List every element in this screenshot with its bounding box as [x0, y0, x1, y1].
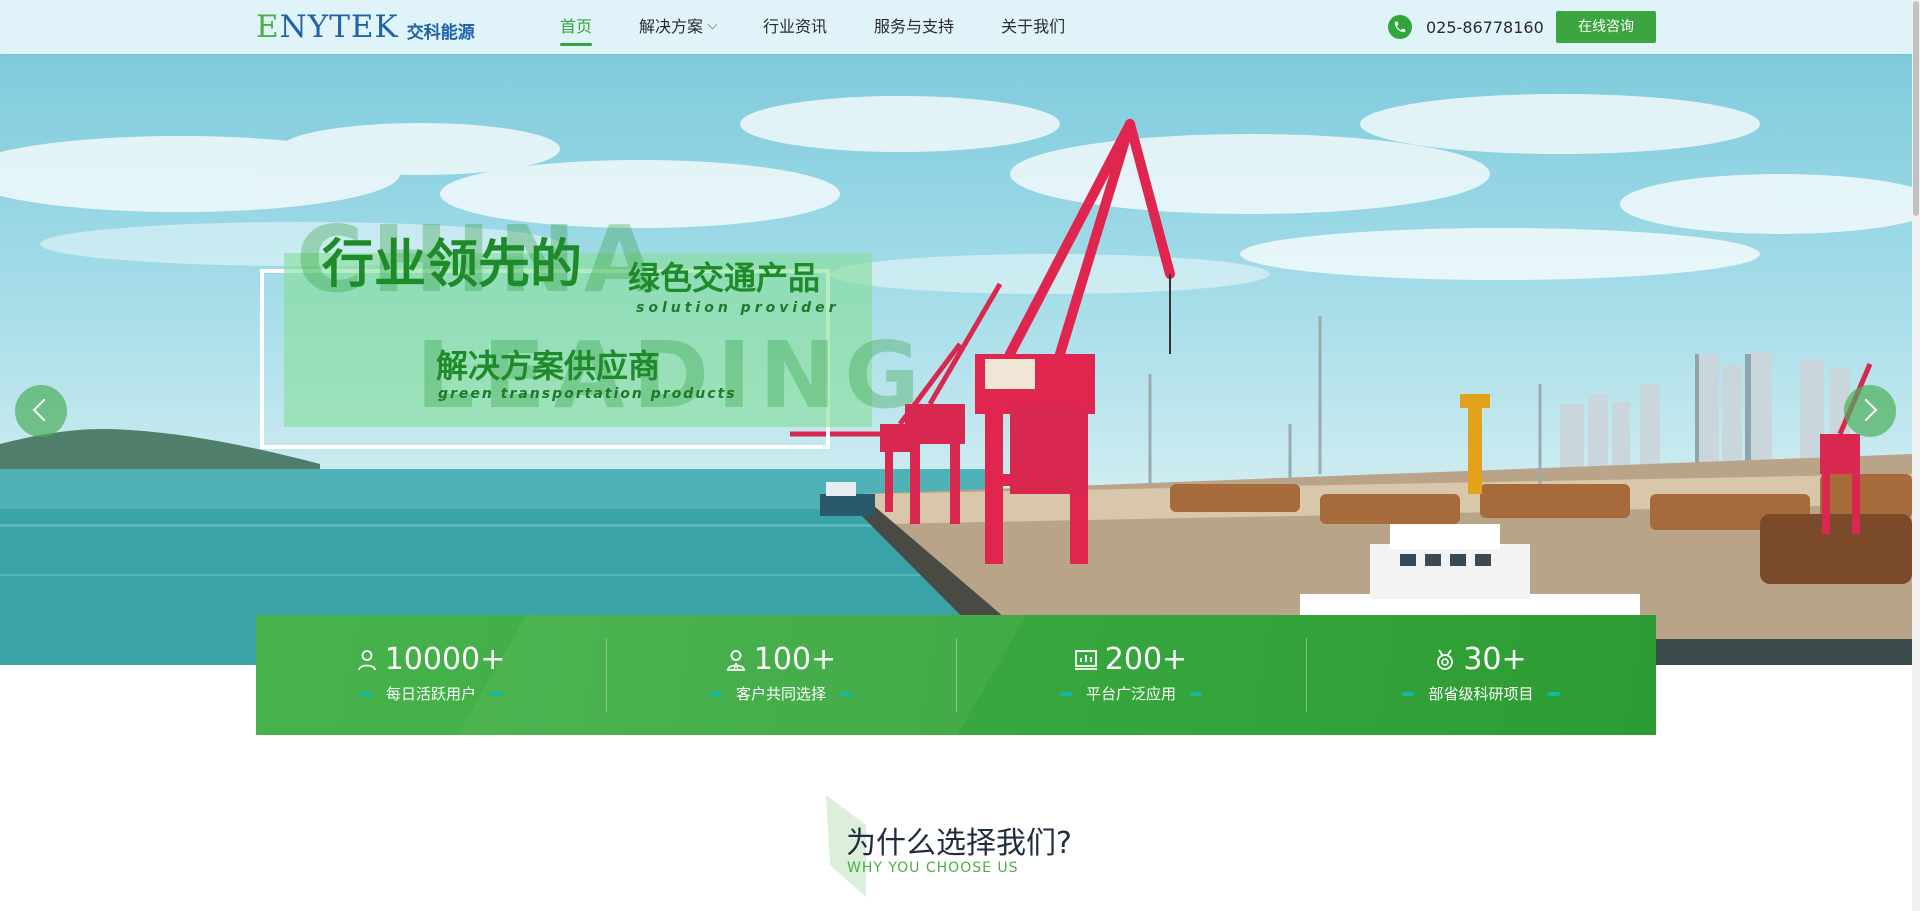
main-nav: 首页 解决方案 行业资讯 服务与支持 关于我们: [560, 0, 1112, 54]
stats-bar: 10000+ 每日活跃用户 100+ 客户共同选择 200+ 平台广泛应用 30…: [256, 615, 1656, 735]
stat-label: 每日活跃用户: [385, 685, 476, 703]
nav-item-service[interactable]: 服务与支持: [874, 0, 954, 54]
contact-phone: 025-86778160: [1388, 14, 1544, 40]
stat-item: 30+ 部省级科研项目: [1306, 615, 1656, 735]
hero-title-secondary: 绿色交通产品: [628, 259, 821, 297]
stat-item: 100+ 客户共同选择: [606, 615, 956, 735]
logo[interactable]: ENYTEK 交科能源: [256, 9, 475, 45]
hero-title-main: 行业领先的: [322, 235, 583, 295]
hero-title-third: 解决方案供应商: [436, 347, 661, 385]
carousel-prev-button[interactable]: [15, 385, 67, 437]
stat-value: 100+: [753, 642, 837, 677]
user-icon: [357, 649, 377, 671]
dash-decoration: [1059, 691, 1073, 696]
bar-chart-icon: [1074, 650, 1097, 670]
logo-subtitle: 交科能源: [406, 22, 475, 43]
dash-decoration: [839, 691, 853, 696]
phone-number: 025-86778160: [1426, 17, 1544, 37]
dash-decoration: [1189, 691, 1203, 696]
stat-label: 平台广泛应用: [1085, 685, 1176, 703]
hero-banner: CHINA LEADING 行业领先的 绿色交通产品 solution prov…: [0, 54, 1912, 665]
stat-item: 200+ 平台广泛应用: [956, 615, 1306, 735]
chevron-down-icon: [707, 19, 718, 30]
chevron-right-icon: [1854, 398, 1878, 422]
nav-item-solutions[interactable]: 解决方案: [639, 0, 718, 54]
medal-icon: [1435, 649, 1455, 671]
online-consult-button[interactable]: 在线咨询: [1556, 11, 1656, 43]
stat-value: 200+: [1104, 642, 1188, 677]
dash-decoration: [1401, 691, 1416, 696]
dash-decoration: [709, 691, 723, 696]
phone-icon: [1388, 15, 1412, 39]
nav-item-about[interactable]: 关于我们: [1001, 0, 1065, 54]
carousel-next-button[interactable]: [1844, 385, 1896, 437]
section-subtitle: WHY YOU CHOOSE US: [847, 860, 1019, 876]
page-scrollbar[interactable]: [1912, 0, 1920, 911]
nav-item-solutions-label: 解决方案: [639, 17, 704, 36]
dash-decoration: [1546, 691, 1561, 696]
stat-value: 10000+: [384, 642, 506, 677]
chevron-left-icon: [32, 398, 56, 422]
nav-item-news[interactable]: 行业资讯: [763, 0, 827, 54]
dash-decoration: [489, 691, 503, 696]
hero-subtitle-en-1: solution provider: [636, 300, 840, 316]
stat-value: 30+: [1463, 642, 1527, 677]
nav-item-home[interactable]: 首页: [560, 0, 593, 54]
stat-label: 部省级科研项目: [1428, 685, 1534, 703]
scrollbar-thumb[interactable]: [1913, 1, 1919, 216]
stat-label: 客户共同选择: [735, 685, 826, 703]
site-header: ENYTEK 交科能源 首页 解决方案 行业资讯 服务与支持 关于我们 025-…: [0, 0, 1912, 54]
dash-decoration: [359, 691, 373, 696]
stat-item: 10000+ 每日活跃用户: [256, 615, 606, 735]
customer-icon: [726, 649, 746, 671]
hero-subtitle-en-2: green transportation products: [438, 386, 737, 402]
section-title: 为什么选择我们?: [846, 826, 1072, 861]
logo-brand: ENYTEK: [256, 8, 399, 45]
